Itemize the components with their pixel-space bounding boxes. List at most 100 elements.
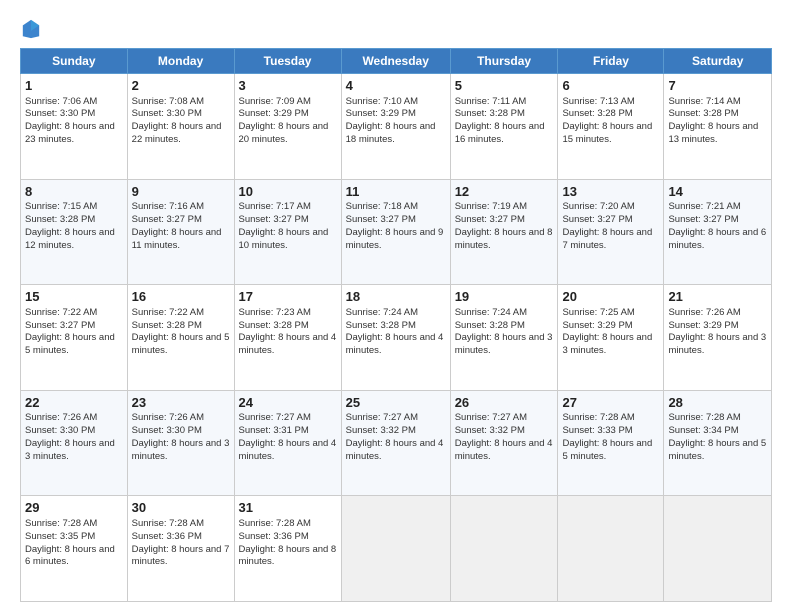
day-number: 21 — [668, 288, 767, 306]
sunset-label: Sunset: 3:31 PM — [239, 425, 309, 436]
sunrise-label: Sunrise: 7:26 AM — [668, 307, 740, 318]
sunset-label: Sunset: 3:27 PM — [346, 214, 416, 225]
day-number: 22 — [25, 394, 123, 412]
sunset-label: Sunset: 3:29 PM — [562, 320, 632, 331]
sunrise-label: Sunrise: 7:28 AM — [132, 518, 204, 529]
sunrise-label: Sunrise: 7:22 AM — [25, 307, 97, 318]
day-number: 15 — [25, 288, 123, 306]
day-number: 31 — [239, 499, 337, 517]
sunset-label: Sunset: 3:28 PM — [239, 320, 309, 331]
sunrise-label: Sunrise: 7:09 AM — [239, 96, 311, 107]
daylight-label: Daylight: 8 hours and 3 minutes. — [25, 438, 115, 462]
sunrise-label: Sunrise: 7:26 AM — [132, 412, 204, 423]
calendar-cell: 11Sunrise: 7:18 AMSunset: 3:27 PMDayligh… — [341, 179, 450, 285]
sunset-label: Sunset: 3:27 PM — [562, 214, 632, 225]
calendar-table: SundayMondayTuesdayWednesdayThursdayFrid… — [20, 48, 772, 602]
sunrise-label: Sunrise: 7:26 AM — [25, 412, 97, 423]
day-number: 29 — [25, 499, 123, 517]
sunset-label: Sunset: 3:30 PM — [25, 425, 95, 436]
day-number: 7 — [668, 77, 767, 95]
day-number: 16 — [132, 288, 230, 306]
weekday-header: Friday — [558, 49, 664, 74]
weekday-header: Wednesday — [341, 49, 450, 74]
calendar-cell — [341, 496, 450, 602]
sunrise-label: Sunrise: 7:19 AM — [455, 201, 527, 212]
day-number: 6 — [562, 77, 659, 95]
calendar-cell: 10Sunrise: 7:17 AMSunset: 3:27 PMDayligh… — [234, 179, 341, 285]
header — [20, 18, 772, 40]
sunset-label: Sunset: 3:28 PM — [132, 320, 202, 331]
calendar-cell: 29Sunrise: 7:28 AMSunset: 3:35 PMDayligh… — [21, 496, 128, 602]
sunrise-label: Sunrise: 7:24 AM — [455, 307, 527, 318]
sunset-label: Sunset: 3:32 PM — [346, 425, 416, 436]
calendar-cell: 27Sunrise: 7:28 AMSunset: 3:33 PMDayligh… — [558, 390, 664, 496]
sunset-label: Sunset: 3:28 PM — [455, 320, 525, 331]
calendar-cell: 5Sunrise: 7:11 AMSunset: 3:28 PMDaylight… — [450, 74, 558, 180]
sunset-label: Sunset: 3:28 PM — [455, 108, 525, 119]
sunrise-label: Sunrise: 7:28 AM — [668, 412, 740, 423]
day-number: 14 — [668, 183, 767, 201]
day-number: 24 — [239, 394, 337, 412]
sunrise-label: Sunrise: 7:16 AM — [132, 201, 204, 212]
daylight-label: Daylight: 8 hours and 16 minutes. — [455, 121, 545, 145]
day-number: 30 — [132, 499, 230, 517]
daylight-label: Daylight: 8 hours and 13 minutes. — [668, 121, 758, 145]
sunset-label: Sunset: 3:29 PM — [668, 320, 738, 331]
calendar-week-row: 15Sunrise: 7:22 AMSunset: 3:27 PMDayligh… — [21, 285, 772, 391]
daylight-label: Daylight: 8 hours and 7 minutes. — [132, 544, 230, 568]
calendar-cell: 7Sunrise: 7:14 AMSunset: 3:28 PMDaylight… — [664, 74, 772, 180]
sunset-label: Sunset: 3:27 PM — [668, 214, 738, 225]
calendar-cell: 21Sunrise: 7:26 AM Sunset: 3:29 PMDayligh… — [664, 285, 772, 391]
calendar-cell: 28Sunrise: 7:28 AMSunset: 3:34 PMDayligh… — [664, 390, 772, 496]
calendar-cell: 25Sunrise: 7:27 AMSunset: 3:32 PMDayligh… — [341, 390, 450, 496]
sunrise-label: Sunrise: 7:22 AM — [132, 307, 204, 318]
daylight-label: Daylight: 8 hours and 10 minutes. — [239, 227, 329, 251]
logo — [20, 18, 42, 40]
daylight-label: Daylight: 8 hours and 5 minutes. — [668, 438, 766, 462]
day-number: 23 — [132, 394, 230, 412]
calendar-cell: 16Sunrise: 7:22 AM Sunset: 3:28 PMDayligh… — [127, 285, 234, 391]
daylight-label: Daylight: 8 hours and 6 minutes. — [668, 227, 766, 251]
weekday-header: Monday — [127, 49, 234, 74]
day-number: 3 — [239, 77, 337, 95]
daylight-label: Daylight: 8 hours and 3 minutes. — [668, 332, 766, 356]
calendar-cell: 8Sunrise: 7:15 AMSunset: 3:28 PMDaylight… — [21, 179, 128, 285]
daylight-label: Daylight: 8 hours and 23 minutes. — [25, 121, 115, 145]
daylight-label: Daylight: 8 hours and 3 minutes. — [455, 332, 553, 356]
daylight-label: Daylight: 8 hours and 8 minutes. — [239, 544, 337, 568]
calendar-week-row: 8Sunrise: 7:15 AMSunset: 3:28 PMDaylight… — [21, 179, 772, 285]
calendar-cell — [450, 496, 558, 602]
sunset-label: Sunset: 3:27 PM — [25, 320, 95, 331]
sunrise-label: Sunrise: 7:24 AM — [346, 307, 418, 318]
calendar-cell: 23Sunrise: 7:26 AMSunset: 3:30 PMDayligh… — [127, 390, 234, 496]
sunrise-label: Sunrise: 7:23 AM — [239, 307, 311, 318]
calendar-cell: 3Sunrise: 7:09 AMSunset: 3:29 PMDaylight… — [234, 74, 341, 180]
calendar-cell: 12Sunrise: 7:19 AMSunset: 3:27 PMDayligh… — [450, 179, 558, 285]
daylight-label: Daylight: 8 hours and 8 minutes. — [455, 227, 553, 251]
calendar-cell: 2Sunrise: 7:08 AMSunset: 3:30 PMDaylight… — [127, 74, 234, 180]
sunset-label: Sunset: 3:28 PM — [668, 108, 738, 119]
daylight-label: Daylight: 8 hours and 7 minutes. — [562, 227, 652, 251]
daylight-label: Daylight: 8 hours and 4 minutes. — [455, 438, 553, 462]
sunset-label: Sunset: 3:36 PM — [132, 531, 202, 542]
day-number: 19 — [455, 288, 554, 306]
daylight-label: Daylight: 8 hours and 3 minutes. — [132, 438, 230, 462]
weekday-header: Saturday — [664, 49, 772, 74]
sunrise-label: Sunrise: 7:15 AM — [25, 201, 97, 212]
sunset-label: Sunset: 3:27 PM — [132, 214, 202, 225]
day-number: 17 — [239, 288, 337, 306]
calendar-cell: 14Sunrise: 7:21 AMSunset: 3:27 PMDayligh… — [664, 179, 772, 285]
sunrise-label: Sunrise: 7:17 AM — [239, 201, 311, 212]
sunrise-label: Sunrise: 7:18 AM — [346, 201, 418, 212]
day-number: 2 — [132, 77, 230, 95]
daylight-label: Daylight: 8 hours and 11 minutes. — [132, 227, 222, 251]
daylight-label: Daylight: 8 hours and 9 minutes. — [346, 227, 444, 251]
sunset-label: Sunset: 3:30 PM — [132, 108, 202, 119]
daylight-label: Daylight: 8 hours and 5 minutes. — [132, 332, 230, 356]
daylight-label: Daylight: 8 hours and 3 minutes. — [562, 332, 652, 356]
calendar-cell: 22Sunrise: 7:26 AM Sunset: 3:30 PM Dayligh… — [21, 390, 128, 496]
day-number: 26 — [455, 394, 554, 412]
day-number: 8 — [25, 183, 123, 201]
sunrise-label: Sunrise: 7:27 AM — [346, 412, 418, 423]
calendar-cell: 15Sunrise: 7:22 AMSunset: 3:27 PMDayligh… — [21, 285, 128, 391]
